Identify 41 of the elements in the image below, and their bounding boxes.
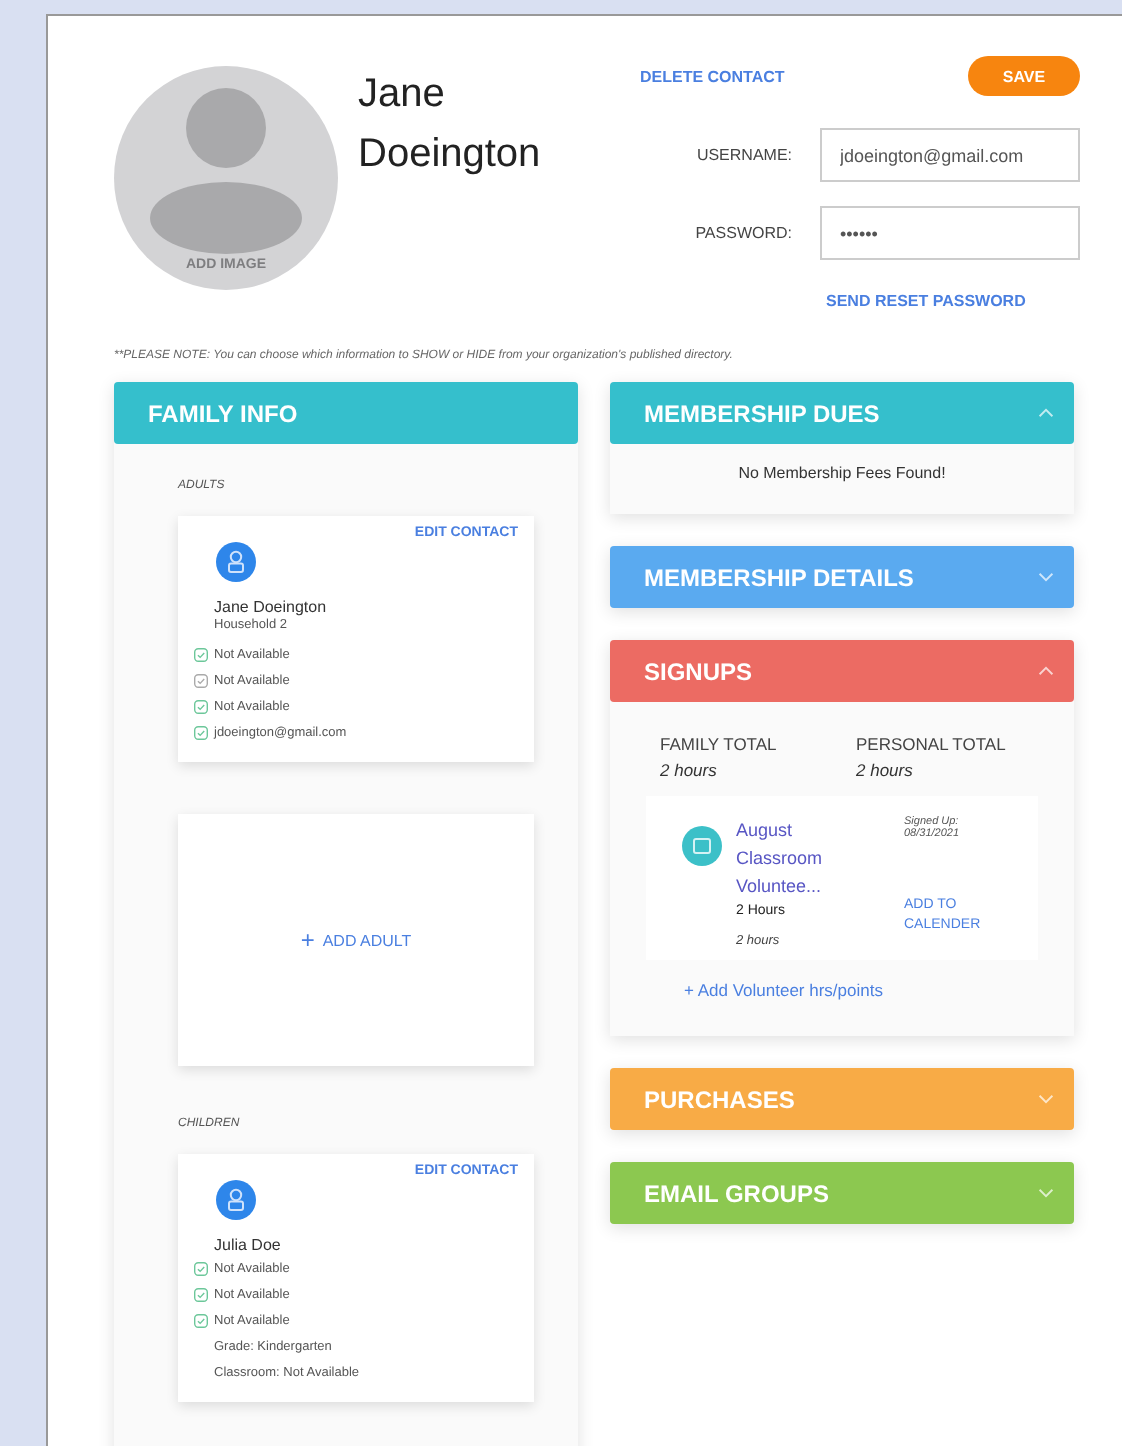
signup-title-link[interactable]: August Classroom Voluntee... [736, 816, 856, 900]
total-value: 2 hours [660, 760, 719, 780]
chevron-icon [1038, 666, 1054, 676]
section-header[interactable]: EMAIL GROUPS [610, 1162, 1074, 1224]
username-label: USERNAME: [696, 146, 792, 164]
visibility-check-icon[interactable] [194, 674, 208, 688]
calendar-icon [682, 826, 722, 866]
contact-last-name: Doeington [358, 130, 543, 180]
password-label: PASSWORD: [695, 224, 792, 242]
add-volunteer-hours-link[interactable]: + Add Volunteer hrs/points [684, 980, 1038, 1000]
chevron-icon [1038, 408, 1054, 418]
total-label: FAMILY TOTAL [660, 734, 779, 754]
contact-first-name: Jane [358, 70, 447, 120]
contact-name: Julia Doe [214, 1236, 283, 1254]
delete-contact-link[interactable]: DELETE CONTACT [640, 67, 785, 85]
add-adult-label[interactable]: ADD ADULT [322, 931, 412, 949]
visibility-check-icon[interactable] [194, 1288, 208, 1302]
contact-name: Jane Doeington [214, 598, 329, 616]
total-label: PERSONAL TOTAL [856, 734, 1008, 754]
visibility-check-icon[interactable] [194, 1314, 208, 1328]
no-fees-message: No Membership Fees Found! [736, 462, 948, 486]
save-button[interactable]: SAVE [968, 56, 1080, 96]
chevron-icon [1038, 1094, 1054, 1104]
add-adult-card[interactable]: + ADD ADULT [178, 814, 534, 1066]
password-field[interactable]: •••••• [820, 206, 1080, 260]
chevron-icon [1038, 572, 1054, 582]
person-icon [216, 1180, 256, 1220]
username-field[interactable]: jdoeington@gmail.com [820, 128, 1080, 182]
plus-icon: + [300, 926, 315, 954]
send-reset-password-link[interactable]: SEND RESET PASSWORD [826, 292, 1080, 310]
section-header[interactable]: MEMBERSHIP DUES [610, 382, 1074, 444]
section-header[interactable]: SIGNUPS [610, 640, 1074, 702]
section-header[interactable]: MEMBERSHIP DETAILS [610, 546, 1074, 608]
visibility-check-icon[interactable] [194, 648, 208, 662]
visibility-check-icon[interactable] [194, 726, 208, 740]
visibility-check-icon[interactable] [194, 700, 208, 714]
visibility-check-icon[interactable] [194, 1262, 208, 1276]
total-value: 2 hours [856, 760, 915, 780]
person-icon [216, 542, 256, 582]
chevron-icon [1038, 1188, 1054, 1198]
family-info-header[interactable]: FAMILY INFO [114, 382, 578, 444]
